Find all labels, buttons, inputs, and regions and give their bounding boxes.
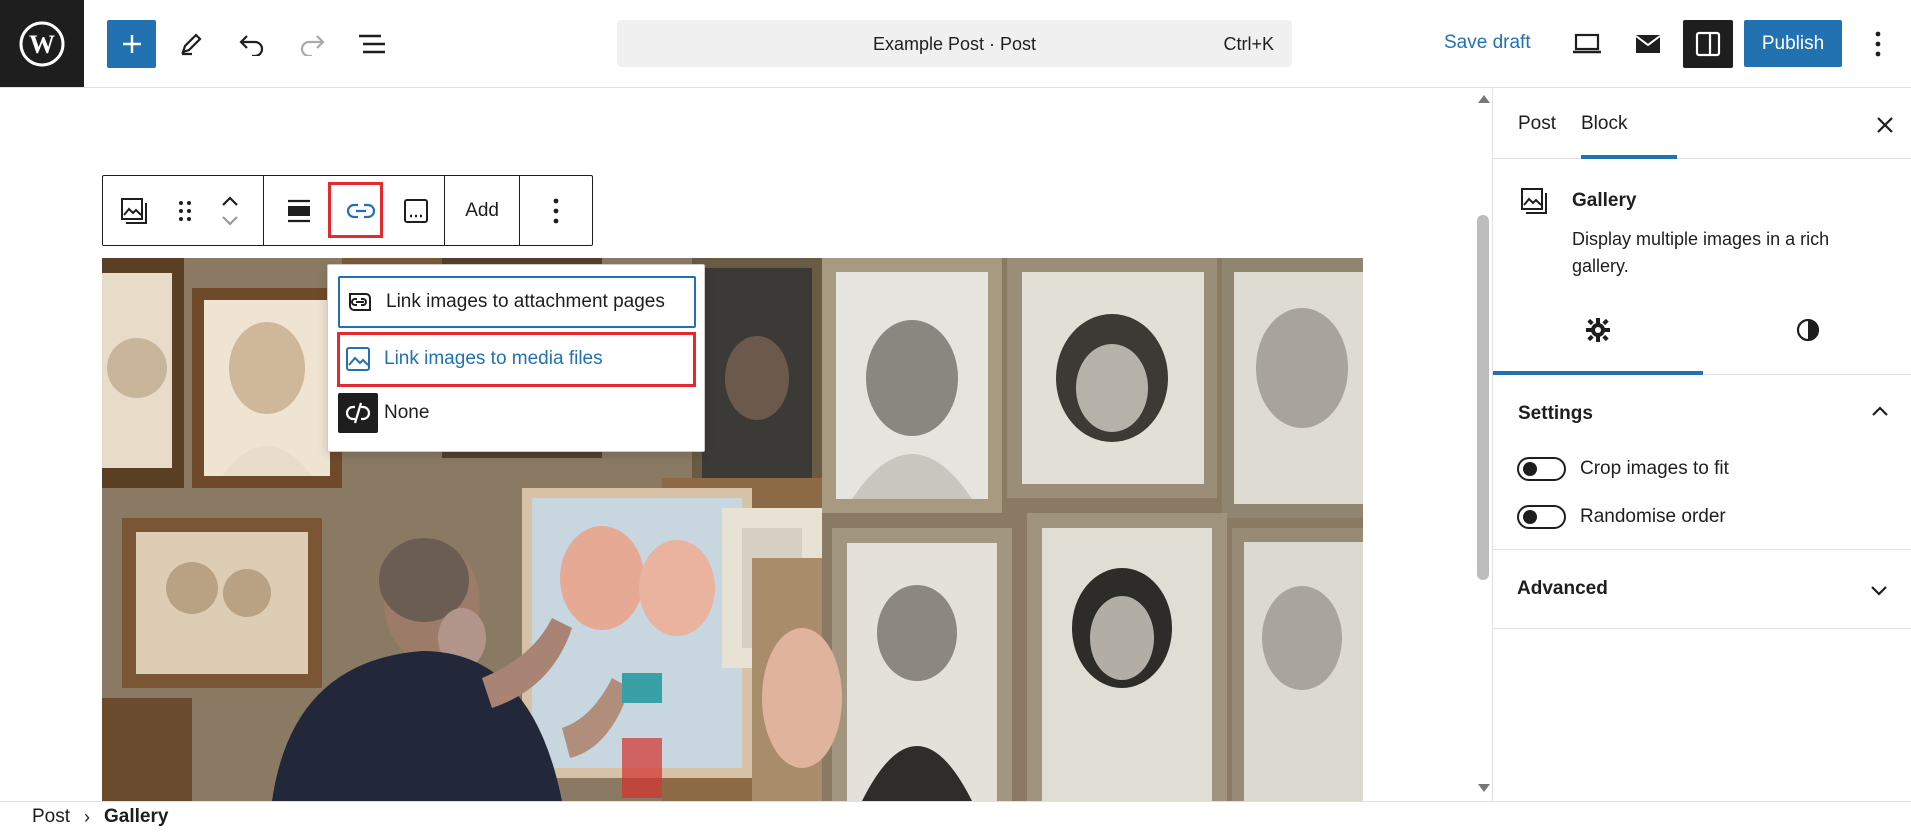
- caption-icon: [404, 198, 429, 223]
- block-settings-subtabs: [1493, 285, 1911, 375]
- publish-button[interactable]: Publish: [1744, 20, 1842, 67]
- active-tab-indicator: [1581, 155, 1677, 159]
- settings-panel-header[interactable]: Settings: [1493, 389, 1911, 439]
- close-sidebar-button[interactable]: [1871, 111, 1899, 139]
- svg-text:W: W: [29, 30, 55, 59]
- wordpress-logo-icon[interactable]: W: [0, 0, 84, 87]
- command-palette-bar[interactable]: Example Post · Post Ctrl+K: [617, 20, 1292, 67]
- more-vertical-icon: [553, 198, 559, 223]
- tab-styles[interactable]: [1703, 285, 1911, 375]
- undo-button[interactable]: [228, 20, 276, 68]
- panel-title: Advanced: [1517, 578, 1608, 599]
- drag-handle-icon: [179, 200, 191, 221]
- keyboard-shortcut: Ctrl+K: [1223, 34, 1274, 54]
- envelope-icon: [1635, 35, 1661, 53]
- block-type-button[interactable]: [103, 176, 165, 245]
- undo-icon: [239, 35, 264, 56]
- crop-images-toggle-row[interactable]: Crop images to fit: [1517, 454, 1729, 484]
- tab-settings[interactable]: [1493, 285, 1703, 375]
- move-buttons[interactable]: [205, 176, 255, 245]
- link-off-icon: [338, 393, 378, 433]
- drag-handle[interactable]: [165, 176, 205, 245]
- randomise-order-toggle[interactable]: [1517, 505, 1566, 529]
- block-options-button[interactable]: [520, 176, 592, 245]
- scrollbar-thumb[interactable]: [1477, 215, 1489, 580]
- option-label: None: [384, 402, 430, 423]
- close-icon: [1877, 117, 1893, 133]
- mail-button[interactable]: [1624, 20, 1672, 68]
- scroll-up-arrow-icon[interactable]: [1478, 95, 1490, 103]
- crop-images-toggle[interactable]: [1517, 457, 1566, 481]
- chevron-up-icon: [222, 195, 238, 206]
- block-name: Gallery: [1572, 190, 1637, 211]
- chevron-up-icon: [1872, 406, 1888, 416]
- scroll-down-arrow-icon[interactable]: [1478, 784, 1490, 792]
- block-breadcrumb: Post › Gallery: [0, 801, 1911, 832]
- attachment-link-icon: [340, 282, 380, 322]
- active-subtab-indicator: [1493, 371, 1703, 375]
- settings-sidebar-toggle[interactable]: [1683, 20, 1733, 68]
- laptop-icon: [1573, 33, 1601, 54]
- option-label: Link images to attachment pages: [386, 291, 665, 312]
- save-draft-button[interactable]: Save draft: [1444, 32, 1531, 54]
- advanced-panel-header[interactable]: Advanced: [1492, 549, 1911, 629]
- link-none-option[interactable]: None: [338, 387, 696, 439]
- list-view-icon: [359, 34, 385, 54]
- chevron-down-icon: [222, 215, 238, 226]
- caption-button[interactable]: [389, 176, 445, 245]
- settings-sidebar: Post Block Gallery Display multiple imag…: [1492, 89, 1911, 801]
- gallery-icon: [121, 197, 147, 224]
- preview-button[interactable]: [1563, 20, 1611, 68]
- align-button[interactable]: [264, 176, 334, 245]
- document-title: Example Post · Post: [872, 34, 1037, 54]
- sidebar-icon: [1695, 31, 1721, 57]
- redo-icon: [300, 35, 325, 56]
- gallery-block-image[interactable]: [102, 258, 1363, 801]
- more-vertical-icon: [1875, 31, 1881, 57]
- tools-button[interactable]: [167, 20, 215, 68]
- toggle-label: Randomise order: [1580, 506, 1726, 527]
- chevron-down-icon: [1871, 586, 1887, 596]
- tab-post[interactable]: Post: [1518, 113, 1556, 135]
- breadcrumb-item-post[interactable]: Post: [32, 806, 70, 828]
- contrast-icon: [1796, 318, 1820, 342]
- pencil-icon: [181, 33, 202, 56]
- gear-icon: [1586, 318, 1610, 342]
- panel-title: Settings: [1518, 403, 1593, 424]
- breadcrumb-item-gallery: Gallery: [104, 806, 169, 827]
- options-menu-button[interactable]: [1854, 20, 1902, 68]
- gallery-icon: [1519, 186, 1549, 216]
- plus-icon: [122, 35, 141, 53]
- add-images-button[interactable]: Add: [445, 176, 519, 245]
- toggle-label: Crop images to fit: [1580, 458, 1729, 479]
- sidebar-tabs: Post Block: [1493, 89, 1911, 159]
- document-overview-button[interactable]: [348, 20, 396, 68]
- redo-button[interactable]: [288, 20, 336, 68]
- align-wide-icon: [287, 199, 310, 222]
- link-attachment-pages-option[interactable]: Link images to attachment pages: [338, 276, 696, 328]
- tab-block[interactable]: Block: [1581, 113, 1627, 135]
- link-button-highlight: [328, 182, 383, 238]
- editor-header: W Example Post · Post Ctrl+K Save draft …: [0, 0, 1911, 88]
- block-inserter-button[interactable]: [107, 20, 156, 68]
- media-files-option-highlight: [337, 332, 696, 387]
- chevron-right-icon: ›: [84, 806, 91, 827]
- block-description: Display multiple images in a rich galler…: [1572, 229, 1830, 276]
- randomise-order-toggle-row[interactable]: Randomise order: [1517, 502, 1726, 532]
